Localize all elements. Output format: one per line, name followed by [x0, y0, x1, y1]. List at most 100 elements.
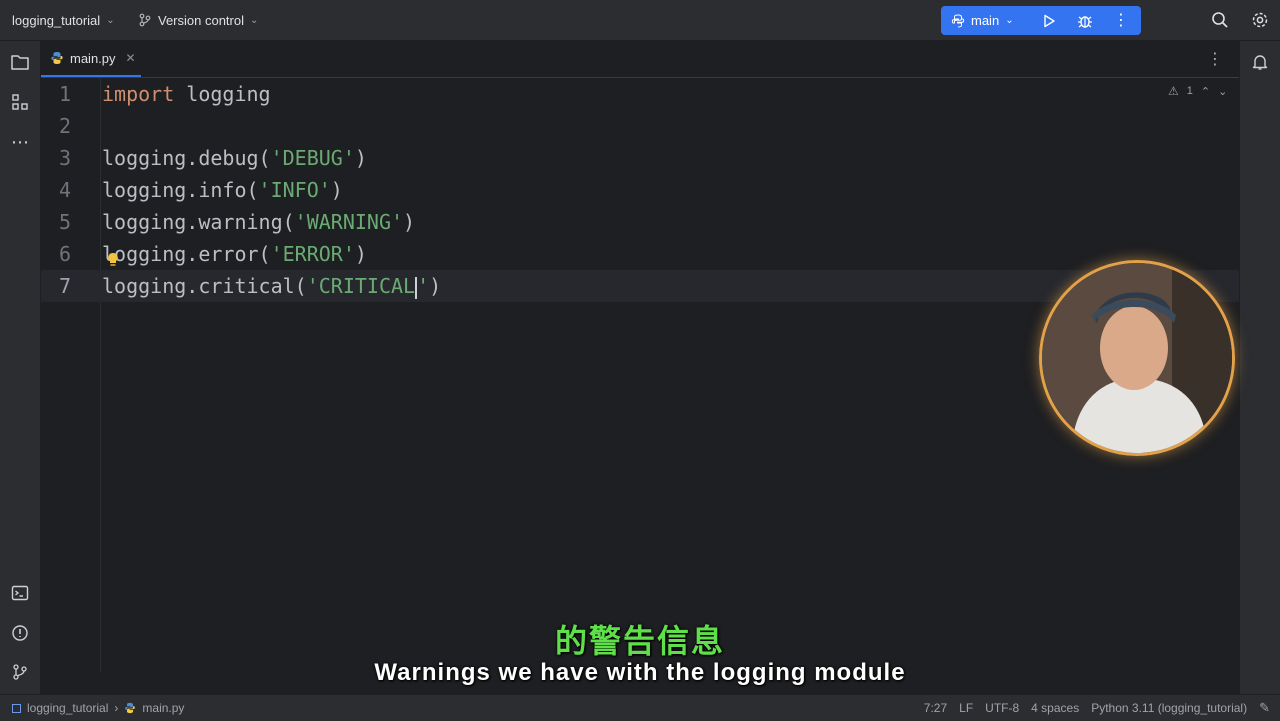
chevron-right-icon: › [114, 701, 119, 715]
bell-icon [1252, 55, 1268, 70]
editor-tab-bar: main.py ✕ ⋮ [41, 41, 1239, 78]
bug-icon [1078, 15, 1092, 28]
status-widgets: 7:27 LF UTF-8 4 spaces Python 3.11 (logg… [924, 695, 1270, 721]
inspection-widget[interactable]: ⚠ 1 ⌃ ⌄ [1168, 84, 1227, 98]
chevron-down-icon: ⌄ [250, 14, 259, 26]
warning-triangle-icon: ⚠ [1168, 84, 1179, 98]
string-token: 'ERROR' [270, 242, 355, 266]
python-file-icon [51, 52, 63, 64]
string-token: 'WARNING' [294, 210, 404, 234]
chevron-up-icon[interactable]: ⌃ [1201, 85, 1210, 98]
lock-icon[interactable]: ✎ [1259, 700, 1270, 716]
tab-options-button[interactable]: ⋮ [1207, 49, 1223, 69]
line-number: 7 [58, 274, 71, 298]
warning-count: 1 [1186, 85, 1193, 97]
code-text[interactable]: logging.critical('CRITICAL ') [102, 270, 441, 302]
line-number: 4 [58, 178, 71, 202]
subtitle-chinese: 的警告信息 [554, 623, 725, 659]
code-token: logging.critical( [102, 274, 307, 298]
chevron-down-icon: ⌄ [106, 14, 115, 26]
project-selector[interactable]: logging_tutorial ⌄ [12, 0, 115, 40]
line-number: 6 [58, 242, 71, 266]
code-line[interactable]: 1 import logging [41, 78, 1239, 110]
code-token: logging.info( [102, 178, 259, 202]
structure-icon [12, 94, 28, 110]
title-bar: logging_tutorial ⌄ Version control ⌄ mai… [0, 0, 1280, 41]
run-config-name[interactable]: main [971, 13, 999, 28]
version-control-label[interactable]: Version control [158, 13, 244, 28]
project-tool-button[interactable] [8, 50, 32, 74]
search-button[interactable] [1202, 0, 1238, 40]
debug-button[interactable] [1067, 6, 1103, 35]
cursor-position[interactable]: 7:27 [924, 701, 947, 715]
terminal-icon [11, 585, 29, 601]
chevron-down-icon: ⌄ [1005, 15, 1014, 26]
tab-main-py[interactable]: main.py ✕ [41, 41, 141, 77]
folder-icon [11, 55, 29, 70]
status-bar: logging_tutorial › main.py 7:27 LF UTF-8… [0, 694, 1280, 721]
code-token: ) [354, 242, 367, 266]
python-file-icon [125, 702, 136, 714]
terminal-tool-button[interactable] [8, 581, 32, 605]
string-token: 'DEBUG' [270, 146, 355, 170]
line-number: 3 [58, 146, 71, 170]
webcam-overlay [1039, 260, 1235, 456]
tab-label[interactable]: main.py [70, 51, 116, 66]
python-icon [951, 13, 965, 27]
close-icon[interactable]: ✕ [126, 51, 136, 65]
line-number: 2 [58, 114, 71, 138]
settings-button[interactable] [1242, 0, 1278, 40]
code-text[interactable]: logging.debug('DEBUG') [102, 142, 367, 174]
file-encoding[interactable]: UTF-8 [985, 701, 1019, 715]
play-icon [1044, 14, 1055, 27]
python-interpreter[interactable]: Python 3.11 (logging_tutorial) [1091, 701, 1247, 715]
string-token: 'INFO' [258, 178, 331, 202]
run-toolbar: main ⌄ ⋮ [941, 6, 1141, 35]
kebab-icon: ⋮ [1113, 11, 1129, 29]
structure-tool-button[interactable] [8, 90, 32, 114]
code-line[interactable]: 4 logging.info('INFO') [41, 174, 1239, 206]
chevron-down-icon[interactable]: ⌄ [1218, 85, 1227, 98]
notifications-button[interactable] [1248, 50, 1272, 74]
code-text[interactable]: logging.info('INFO') [102, 174, 343, 206]
more-tools-button[interactable]: ⋯ [8, 130, 32, 154]
run-button[interactable] [1031, 6, 1067, 35]
code-text[interactable]: import logging [102, 78, 271, 110]
lightbulb-icon[interactable] [107, 252, 119, 268]
breadcrumb-file[interactable]: main.py [142, 701, 184, 715]
string-token: 'CRITICAL [306, 274, 416, 298]
code-line[interactable]: 5 logging.warning('WARNING') [41, 206, 1239, 238]
module-icon [12, 703, 21, 713]
code-token: logging.warning( [102, 210, 295, 234]
code-token: logging.error( [102, 242, 271, 266]
indent-setting[interactable]: 4 spaces [1031, 701, 1079, 715]
code-text[interactable]: logging.warning('WARNING') [102, 206, 415, 238]
string-token: ' [417, 274, 430, 298]
line-number: 1 [58, 82, 71, 106]
breadcrumb-project[interactable]: logging_tutorial [27, 701, 108, 715]
code-token: logging.debug( [102, 146, 271, 170]
code-token: logging [174, 82, 271, 106]
line-number: 5 [58, 210, 71, 234]
code-line[interactable]: 2 [41, 110, 1239, 142]
more-actions-button[interactable]: ⋮ [1103, 6, 1139, 35]
search-icon [1212, 12, 1228, 28]
code-token: ) [354, 146, 367, 170]
code-token: ) [403, 210, 416, 234]
right-tool-window-bar [1239, 41, 1280, 694]
code-token: ) [330, 178, 343, 202]
subtitle-english: Warnings we have with the logging module [374, 659, 906, 686]
line-separator[interactable]: LF [959, 701, 973, 715]
presenter-image [1042, 263, 1232, 453]
breadcrumb: logging_tutorial › main.py [12, 695, 184, 721]
code-line[interactable]: 6 logging.error('ERROR') [41, 238, 1239, 270]
code-text[interactable]: logging.error('ERROR') [102, 238, 367, 270]
code-token: ) [429, 274, 442, 298]
version-control-menu[interactable]: Version control ⌄ [138, 0, 258, 40]
code-line[interactable]: 3 logging.debug('DEBUG') [41, 142, 1239, 174]
project-name[interactable]: logging_tutorial [12, 13, 100, 28]
run-config-selector[interactable]: main ⌄ [951, 13, 1031, 28]
ellipsis-icon: ⋯ [11, 131, 29, 152]
gear-icon [1252, 12, 1268, 28]
left-tool-window-bar: ⋯ [0, 41, 41, 694]
